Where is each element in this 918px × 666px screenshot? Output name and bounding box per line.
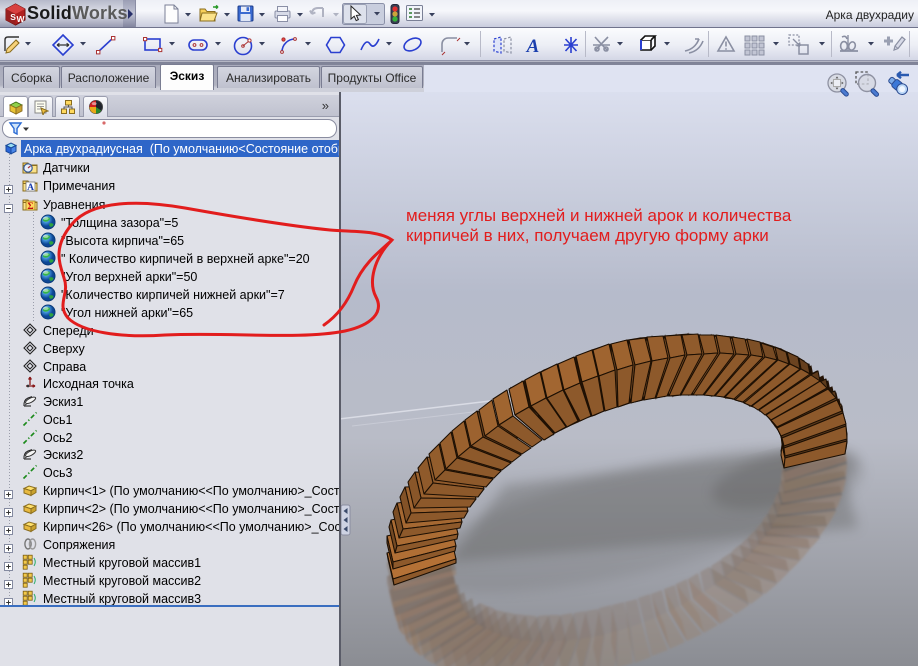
svg-text:Σ: Σ: [27, 202, 33, 212]
svg-text:A: A: [526, 36, 540, 57]
svg-text:A: A: [27, 183, 34, 193]
